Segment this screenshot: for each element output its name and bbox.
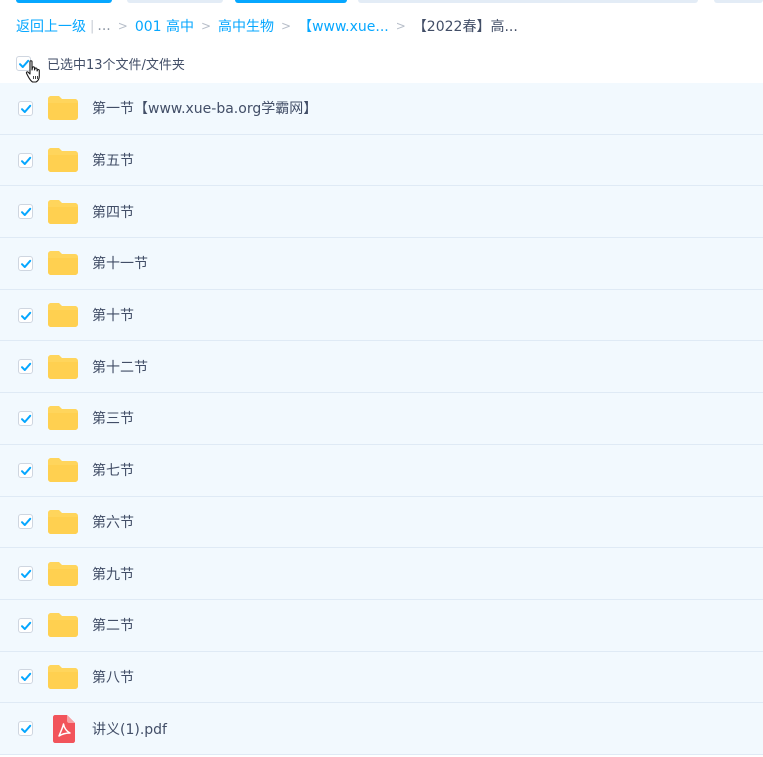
toolbar-button-edge[interactable]: [127, 0, 223, 3]
row-checkbox[interactable]: [18, 152, 33, 168]
file-row[interactable]: 第四节: [0, 186, 763, 239]
pdf-icon: [47, 714, 79, 743]
check-icon: [21, 311, 32, 320]
top-toolbar-edge: [0, 0, 763, 4]
row-checkbox[interactable]: [18, 669, 33, 685]
file-row[interactable]: 第五节: [0, 134, 763, 187]
file-name[interactable]: 第八节: [92, 667, 134, 687]
file-name[interactable]: 第六节: [92, 512, 134, 532]
file-list: 第一节【www.xue-ba.org学霸网】 第五节第四节第十一节第十节第十二节第…: [0, 83, 763, 755]
file-name[interactable]: 第十节: [92, 305, 134, 325]
file-row[interactable]: 讲义(1).pdf: [0, 703, 763, 755]
check-icon: [21, 518, 32, 527]
check-icon: [21, 104, 32, 113]
folder-icon: [47, 146, 79, 174]
chevron-right-icon: >: [200, 19, 212, 33]
row-checkbox[interactable]: [18, 462, 33, 478]
folder-icon: [47, 508, 79, 536]
file-row[interactable]: 第十节: [0, 289, 763, 342]
check-icon: [21, 156, 32, 165]
breadcrumb-item[interactable]: 高中生物: [218, 16, 274, 36]
file-name[interactable]: 讲义(1).pdf: [92, 719, 167, 739]
row-checkbox[interactable]: [18, 204, 33, 220]
breadcrumb-ellipsis[interactable]: ...: [97, 18, 110, 34]
row-checkbox[interactable]: [18, 307, 33, 323]
folder-icon: [47, 404, 79, 432]
check-icon: [21, 724, 32, 734]
check-icon: [21, 363, 32, 372]
file-row[interactable]: 第一节【www.xue-ba.org学霸网】: [0, 83, 763, 135]
folder-icon: [47, 456, 79, 484]
file-row[interactable]: 第二节: [0, 599, 763, 652]
row-checkbox[interactable]: [18, 410, 33, 426]
file-row[interactable]: 第九节: [0, 548, 763, 600]
check-icon: [21, 259, 32, 268]
row-checkbox[interactable]: [18, 721, 33, 737]
breadcrumb-divider: |: [90, 18, 95, 34]
breadcrumb-item[interactable]: 【www.xue...: [298, 16, 389, 36]
breadcrumb-current: 【2022春】高...: [412, 19, 518, 35]
check-icon: [21, 414, 32, 423]
folder-icon: [47, 560, 79, 588]
file-row[interactable]: 第三节: [0, 393, 763, 445]
back-link[interactable]: 返回上一级: [16, 16, 86, 36]
selection-count-label: 已选中13个文件/文件夹: [47, 57, 185, 73]
chevron-right-icon: >: [117, 19, 128, 33]
toolbar-button-edge[interactable]: [714, 0, 763, 3]
file-name[interactable]: 第一节【www.xue-ba.org学霸网】: [92, 98, 317, 118]
folder-icon: [47, 301, 79, 329]
toolbar-button-edge[interactable]: [16, 0, 112, 3]
row-checkbox[interactable]: [18, 617, 33, 633]
file-name[interactable]: 第十二节: [92, 357, 148, 377]
row-checkbox[interactable]: [18, 514, 33, 530]
file-row[interactable]: 第七节: [0, 444, 763, 497]
file-row[interactable]: 第八节: [0, 651, 763, 704]
toolbar-button-edge[interactable]: [235, 0, 347, 3]
folder-icon: [47, 198, 79, 226]
row-checkbox[interactable]: [18, 566, 33, 582]
check-icon: [21, 621, 32, 630]
chevron-right-icon: >: [281, 19, 292, 33]
chevron-right-icon: >: [395, 19, 406, 33]
check-icon: [21, 569, 32, 579]
folder-icon: [47, 611, 79, 639]
file-name[interactable]: 第九节: [92, 564, 134, 584]
file-row[interactable]: 第六节: [0, 496, 763, 549]
check-icon: [21, 466, 32, 475]
file-name[interactable]: 第三节: [92, 408, 134, 428]
file-name[interactable]: 第五节: [92, 150, 134, 170]
folder-icon: [47, 94, 79, 122]
check-icon: [21, 208, 32, 217]
file-name[interactable]: 第四节: [92, 202, 134, 222]
toolbar-button-edge[interactable]: [358, 0, 698, 3]
breadcrumb: 返回上一级 | ... > 001 高中 > 高中生物 > 【www.xue..…: [16, 16, 518, 36]
hand-cursor-icon: [25, 60, 40, 83]
file-name[interactable]: 第七节: [92, 460, 134, 480]
file-row[interactable]: 第十二节: [0, 341, 763, 394]
row-checkbox[interactable]: [18, 100, 33, 116]
file-name[interactable]: 第十一节: [92, 253, 148, 273]
breadcrumb-item[interactable]: 001 高中: [135, 16, 194, 36]
folder-icon: [47, 353, 79, 381]
folder-icon: [47, 663, 79, 691]
file-row[interactable]: 第十一节: [0, 238, 763, 290]
file-name[interactable]: 第二节: [92, 615, 134, 635]
folder-icon: [47, 249, 79, 277]
row-checkbox[interactable]: [18, 255, 33, 271]
row-checkbox[interactable]: [18, 359, 33, 375]
check-icon: [21, 673, 32, 682]
